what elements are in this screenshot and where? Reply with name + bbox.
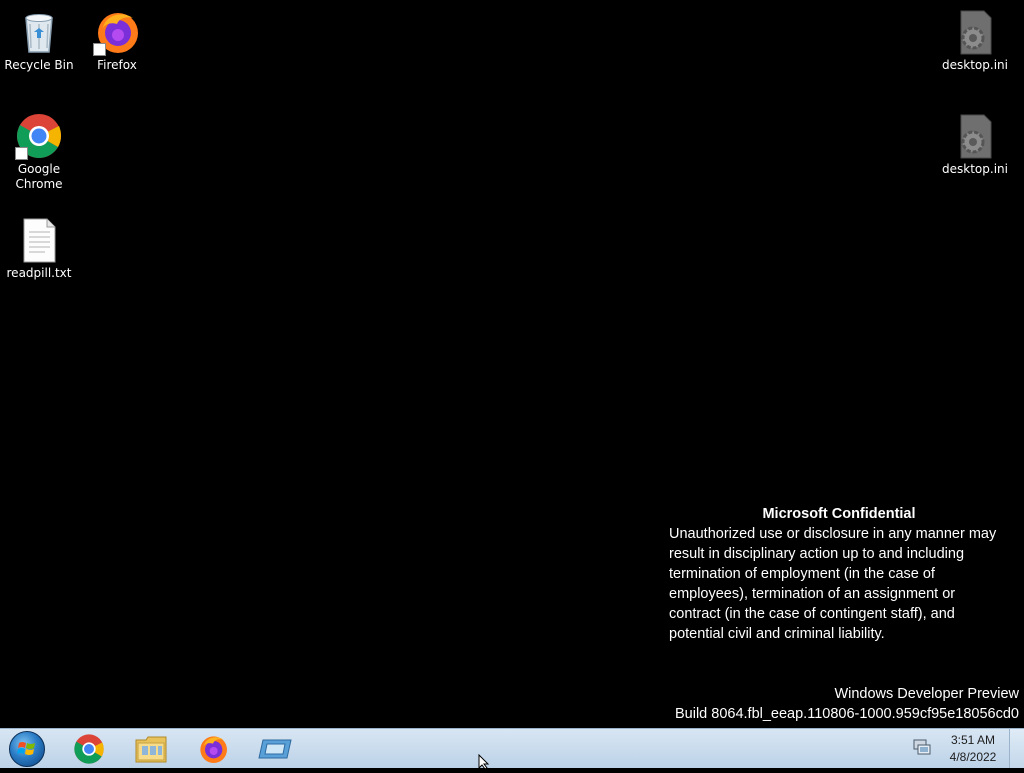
- watermark-title: Microsoft Confidential: [762, 506, 916, 522]
- firefox-icon: [200, 736, 227, 763]
- chrome-icon: [15, 112, 63, 160]
- watermark-line: potential civil and criminal liability.: [669, 626, 885, 642]
- settings-file-icon: [951, 8, 999, 56]
- text-file-icon: [15, 216, 63, 264]
- build-os-name: Windows Developer Preview: [834, 686, 1019, 702]
- desktop-icon-recycle-bin[interactable]: Recycle Bin: [3, 8, 75, 73]
- taskbar-file-explorer-button[interactable]: [123, 731, 179, 767]
- taskbar-chrome-button[interactable]: [61, 731, 117, 767]
- desktop-icon-label: desktop.ini: [942, 162, 1008, 176]
- window-switcher-icon: [258, 739, 292, 759]
- shortcut-arrow-icon: [15, 147, 28, 160]
- watermark-line: Unauthorized use or disclosure in any ma…: [669, 526, 997, 542]
- desktop-icon-firefox[interactable]: Firefox: [81, 8, 153, 73]
- windows-logo-icon: [9, 731, 45, 767]
- chrome-icon: [74, 734, 104, 764]
- desktop-icon-label: Google Chrome: [15, 162, 63, 191]
- desktop-icon-google-chrome[interactable]: Google Chrome: [3, 112, 75, 192]
- watermark-line: result in disciplinary action up to and …: [669, 546, 965, 562]
- desktop-icon-label: Recycle Bin: [4, 58, 74, 72]
- network-tray-icon[interactable]: [912, 738, 932, 756]
- desktop-icon-label: Firefox: [97, 58, 137, 72]
- desktop-icon-desktop-ini[interactable]: desktop.ini: [939, 8, 1011, 73]
- build-number: Build 8064.fbl_eeap.110806-1000.959cf95e…: [674, 706, 1019, 722]
- taskbar-firefox-button[interactable]: [185, 731, 241, 767]
- watermark-line: employees), termination of an assignment…: [669, 586, 956, 602]
- firefox-icon: [93, 8, 141, 56]
- start-button[interactable]: [5, 730, 49, 768]
- desktop-icon-desktop-ini[interactable]: desktop.ini: [939, 112, 1011, 177]
- desktop-icon-label: desktop.ini: [942, 58, 1008, 72]
- mouse-cursor-icon: [478, 753, 492, 773]
- taskbar: 3:51 AM 4/8/2022: [0, 728, 1024, 768]
- build-info: Windows Developer Preview Build 8064.fbl…: [675, 684, 1019, 724]
- recycle-bin-icon: [15, 8, 63, 56]
- show-desktop-button[interactable]: [1009, 729, 1024, 768]
- watermark-line: termination of employment (in the case o…: [669, 566, 935, 582]
- shortcut-arrow-icon: [93, 43, 106, 56]
- taskbar-window-switcher-button[interactable]: [247, 731, 303, 767]
- desktop-icon-label: readpill.txt: [6, 266, 72, 280]
- desktop-icon-readpill-txt[interactable]: readpill.txt: [3, 216, 75, 281]
- watermark-line: contract (in the case of contingent staf…: [669, 606, 955, 622]
- settings-file-icon: [951, 112, 999, 160]
- confidential-watermark: Microsoft Confidential Unauthorized use …: [669, 504, 1009, 644]
- clock-time: 3:51 AM: [950, 733, 996, 747]
- clock[interactable]: 3:51 AM 4/8/2022: [940, 732, 1006, 766]
- desktop[interactable]: Recycle Bin Firefox Google Chrome readpi…: [0, 0, 1024, 728]
- file-explorer-icon: [135, 736, 167, 763]
- clock-date: 4/8/2022: [949, 750, 997, 764]
